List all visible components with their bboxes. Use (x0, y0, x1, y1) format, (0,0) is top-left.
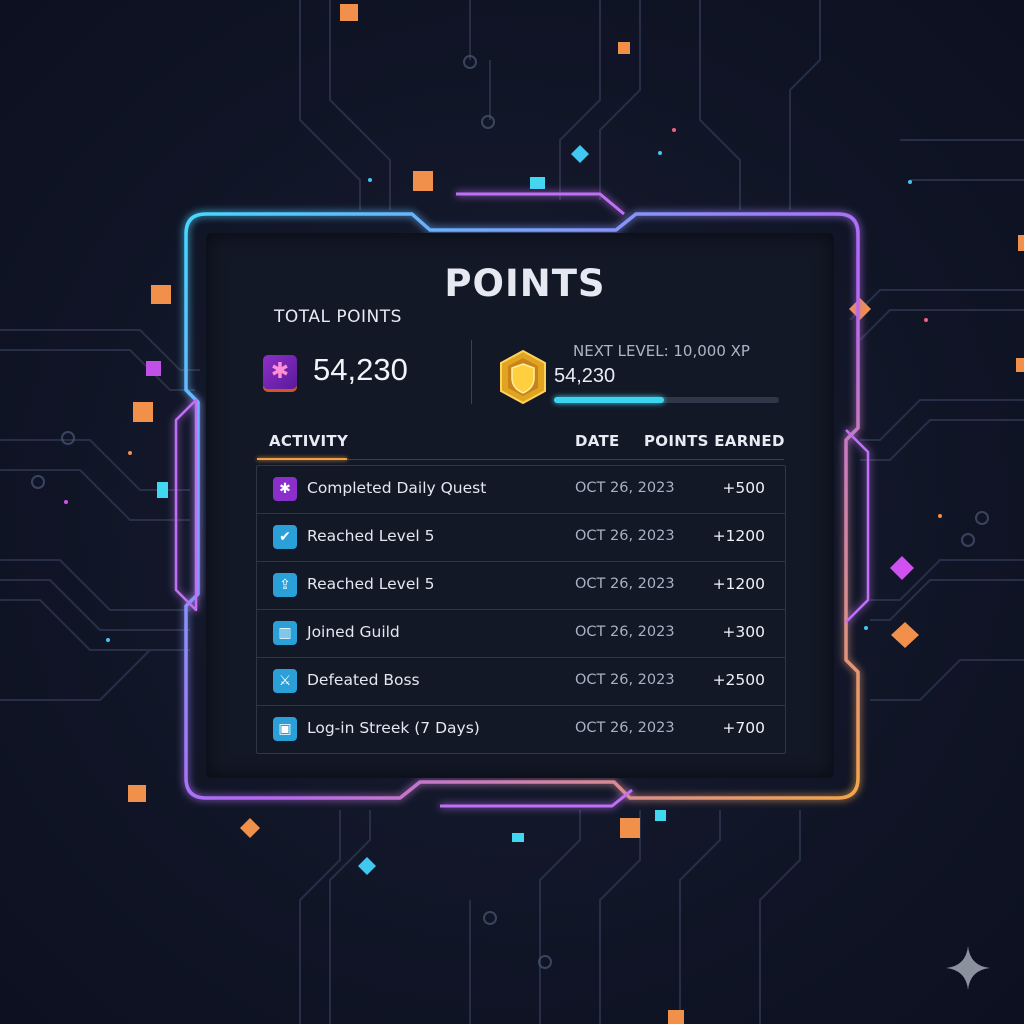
activity-title: Reached Level 5 (307, 575, 435, 593)
activity-title: Reached Level 5 (307, 527, 435, 545)
level-progress-fill (554, 397, 664, 403)
activity-title: Completed Daily Quest (307, 479, 487, 497)
activity-date: OCT 26, 2023 (575, 528, 675, 544)
table-row[interactable]: ✱ Completed Daily Quest OCT 26, 2023 +50… (257, 466, 785, 514)
sword-icon: ⚔ (273, 669, 297, 693)
level-up-icon: ⇪ (273, 573, 297, 597)
total-points-label: TOTAL POINTS (274, 307, 402, 327)
activity-title: Defeated Boss (307, 671, 420, 689)
activity-date: OCT 26, 2023 (575, 576, 675, 592)
page-title: POINTS (444, 262, 606, 305)
activity-title: Log-in Streek (7 Days) (307, 719, 480, 737)
next-level-label: NEXT LEVEL: 10,000 XP (573, 342, 750, 360)
level-points-value: 54,230 (554, 365, 616, 387)
points-screen: POINTS TOTAL POINTS ✱ 54,230 NEXT LEVEL:… (0, 0, 1024, 1024)
level-progress-bar (554, 397, 779, 403)
table-row[interactable]: ▣ Log-in Streek (7 Days) OCT 26, 2023 +7… (257, 706, 785, 753)
activity-points: +500 (722, 479, 765, 497)
activity-date: OCT 26, 2023 (575, 720, 675, 736)
calendar-icon: ▣ (273, 717, 297, 741)
column-header-points-earned: POINTS EARNED (644, 432, 785, 450)
gold-shield-icon (497, 349, 549, 405)
star-icon: ✱ (273, 477, 297, 501)
table-row[interactable]: ✔ Reached Level 5 OCT 26, 2023 +1200 (257, 514, 785, 562)
stats-divider (471, 340, 472, 404)
activity-date: OCT 26, 2023 (575, 672, 675, 688)
guild-icon: ▥ (273, 621, 297, 645)
active-tab-indicator (257, 458, 347, 460)
activity-points: +2500 (712, 671, 765, 689)
activity-date: OCT 26, 2023 (575, 480, 675, 496)
purple-star-gem-icon: ✱ (263, 355, 297, 389)
activity-date: OCT 26, 2023 (575, 624, 675, 640)
sparkle-icon (944, 944, 992, 992)
activity-points: +1200 (712, 575, 765, 593)
activity-title: Joined Guild (307, 623, 400, 641)
column-header-date: DATE (575, 432, 620, 450)
activity-points: +300 (722, 623, 765, 641)
activity-points: +700 (722, 719, 765, 737)
table-row[interactable]: ▥ Joined Guild OCT 26, 2023 +300 (257, 610, 785, 658)
check-icon: ✔ (273, 525, 297, 549)
tab-activity[interactable]: ACTIVITY (269, 432, 348, 450)
table-row[interactable]: ⚔ Defeated Boss OCT 26, 2023 +2500 (257, 658, 785, 706)
activity-points: +1200 (712, 527, 765, 545)
table-row[interactable]: ⇪ Reached Level 5 OCT 26, 2023 +1200 (257, 562, 785, 610)
total-points-value: 54,230 (313, 352, 408, 387)
activity-table: ✱ Completed Daily Quest OCT 26, 2023 +50… (256, 465, 786, 754)
